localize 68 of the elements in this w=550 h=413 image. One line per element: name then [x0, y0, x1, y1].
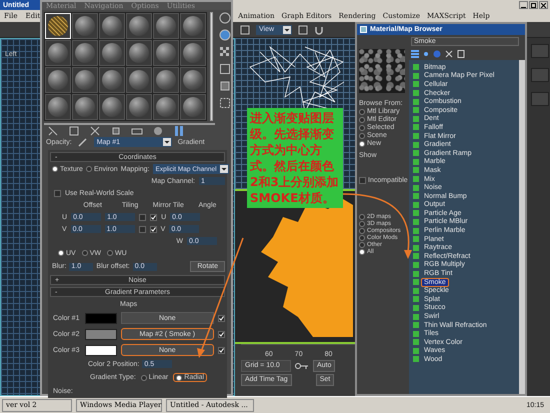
- sample-sphere: [48, 16, 68, 36]
- square-icon[interactable]: [68, 125, 80, 137]
- caret-icon[interactable]: [220, 165, 228, 173]
- checkbox[interactable]: [218, 330, 225, 338]
- sample-sphere: [183, 43, 203, 63]
- sample-sphere: [48, 43, 68, 63]
- checkbox[interactable]: [218, 314, 225, 322]
- sphere-icon[interactable]: [219, 12, 231, 24]
- sample-sphere: [48, 97, 68, 117]
- square-icon[interactable]: [110, 125, 122, 137]
- sample-sphere: [75, 43, 95, 63]
- sample-sphere: [102, 97, 122, 117]
- minimize-button[interactable]: [519, 1, 528, 9]
- checkbox[interactable]: [138, 226, 146, 232]
- checkbox[interactable]: [218, 346, 225, 354]
- caret-icon[interactable]: [162, 138, 171, 146]
- close-button[interactable]: [539, 1, 548, 9]
- square-icon[interactable]: [219, 97, 231, 109]
- square-icon[interactable]: [240, 24, 250, 34]
- sample-sphere: [129, 70, 149, 90]
- square-icon[interactable]: [298, 24, 308, 34]
- sample-sphere: [48, 70, 68, 90]
- magnet-icon[interactable]: [314, 24, 324, 34]
- sample-sphere: [156, 97, 176, 117]
- color-swatch[interactable]: [84, 344, 117, 356]
- sample-sphere: [75, 16, 95, 36]
- list-view-icon[interactable]: [411, 50, 419, 58]
- sample-sphere: [102, 70, 122, 90]
- scrollbar[interactable]: [210, 12, 213, 121]
- sample-sphere: [156, 70, 176, 90]
- square-icon[interactable]: [219, 80, 231, 92]
- sample-sphere: [129, 16, 149, 36]
- sample-sphere: [129, 43, 149, 63]
- caret-icon[interactable]: [283, 26, 291, 34]
- sample-sphere: [129, 97, 149, 117]
- checkbox[interactable]: [150, 214, 158, 220]
- color-swatch[interactable]: [84, 312, 117, 324]
- cross-icon[interactable]: [89, 125, 101, 137]
- maximize-icon: [531, 2, 536, 8]
- checkbox[interactable]: [54, 190, 61, 196]
- checkbox[interactable]: [139, 214, 146, 220]
- smoke-texture-preview: [359, 49, 405, 93]
- key-icon[interactable]: [295, 362, 309, 370]
- sample-sphere: [156, 43, 176, 63]
- annotation-callout: 进入渐变贴图层级。先选择渐变方式为中心方式。然后在颜色2和3上分别添加SMOKE材质。: [247, 108, 343, 208]
- annotation-arrow: [342, 193, 412, 259]
- sample-sphere: [156, 16, 176, 36]
- maximize-button[interactable]: [529, 1, 538, 9]
- sample-sphere: [75, 97, 95, 117]
- square-icon[interactable]: [219, 63, 231, 75]
- sample-sphere: [183, 97, 203, 117]
- sphere-icon[interactable]: [219, 29, 231, 41]
- sample-sphere: [102, 43, 122, 63]
- close-icon: [541, 2, 546, 8]
- sample-sphere: [102, 16, 122, 36]
- sample-sphere: [183, 70, 203, 90]
- sample-sphere: [183, 16, 203, 36]
- bars-icon[interactable]: [173, 125, 185, 137]
- dot-icon[interactable]: [423, 51, 429, 57]
- eyedropper-icon[interactable]: [78, 137, 88, 147]
- checkbox[interactable]: [150, 226, 157, 232]
- checkbox[interactable]: [359, 177, 366, 184]
- color-swatch[interactable]: [84, 328, 117, 340]
- app-icon: [360, 26, 367, 33]
- scrollbar[interactable]: [44, 123, 215, 125]
- cross-icon[interactable]: [445, 50, 453, 58]
- checker-icon[interactable]: [219, 46, 231, 58]
- sample-sphere: [75, 70, 95, 90]
